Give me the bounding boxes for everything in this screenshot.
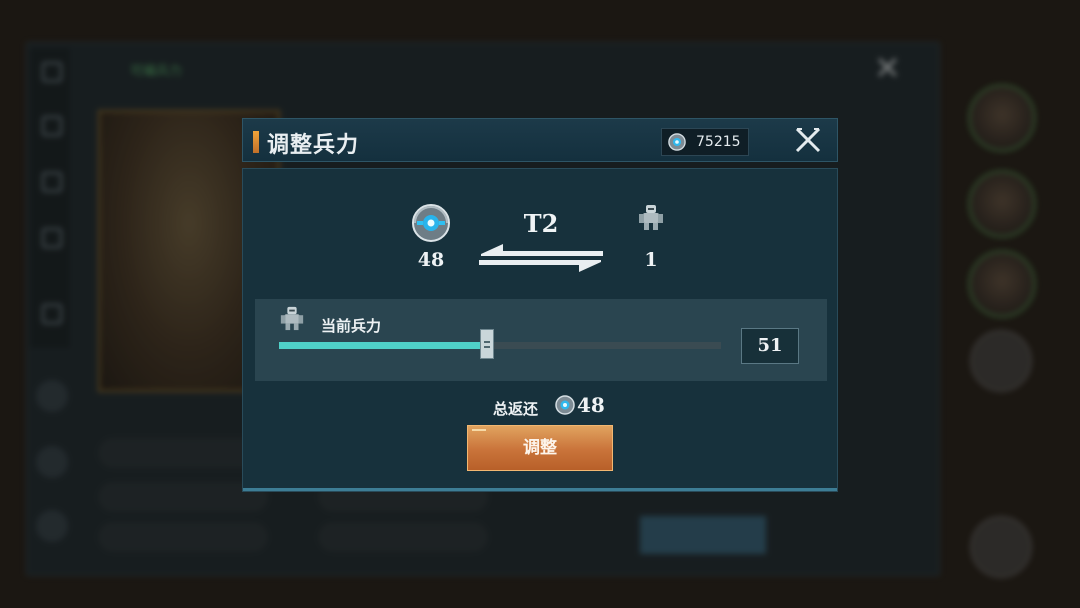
game-screen: 可编兵力 ✕ 调整兵力 75215 48 T2 1 当前兵力 51 总返还 48… [0,0,1080,608]
rail-icon [42,228,62,248]
rail-icon [42,62,62,82]
slider-fill [279,342,487,349]
currency-value: 75215 [696,134,741,150]
rail-icon [42,304,62,324]
dialog-title: 调整兵力 [267,133,360,158]
background-left-rail [30,48,70,348]
background-round-button [970,516,1032,578]
dialog-header: 调整兵力 75215 [242,118,838,162]
orb-icon [555,395,575,415]
rail-icon [42,116,62,136]
troop-count: 1 [644,249,658,271]
dialog-body: 48 T2 1 当前兵力 51 总返还 48 调整 [242,168,838,492]
close-icon[interactable] [793,125,823,155]
current-strength-panel: 当前兵力 51 [255,299,827,381]
close-button[interactable] [777,119,839,163]
background-blue-button [640,516,766,554]
background-row [318,522,488,552]
orb-icon [412,204,450,242]
background-row [98,522,268,552]
background-tab-label: 可编兵力 [130,64,183,79]
adjust-button[interactable]: 调整 [467,425,613,471]
strength-value-field[interactable]: 51 [741,328,799,364]
troop-icon [639,205,663,230]
total-refund-value: 48 [577,393,605,417]
background-round-button [36,446,68,478]
background-avatar [968,84,1036,152]
background-title-bar [96,58,896,82]
button-decoration [472,429,486,431]
orb-count: 48 [417,249,445,271]
total-refund-label: 总返还 [493,400,539,418]
background-round-button [970,330,1032,392]
background-avatar [968,170,1036,238]
current-strength-label: 当前兵力 [321,317,382,335]
background-close-icon: ✕ [874,49,901,87]
background-round-button [36,380,68,412]
adjust-button-label: 调整 [523,438,557,458]
currency-display: 75215 [661,128,749,156]
background-avatar [968,250,1036,318]
rail-icon [42,172,62,192]
orb-icon [668,133,686,151]
strength-slider[interactable] [279,329,721,359]
slider-handle[interactable] [480,329,494,359]
tier-label: T2 [523,209,559,238]
background-round-button [36,510,68,542]
troop-icon [280,306,304,331]
exchange-arrows-icon [479,244,603,272]
adjust-troops-dialog: 调整兵力 75215 48 T2 1 当前兵力 51 总返还 48 调整 [242,118,838,492]
dialog-bottom-border [243,488,837,491]
header-accent [253,131,259,153]
